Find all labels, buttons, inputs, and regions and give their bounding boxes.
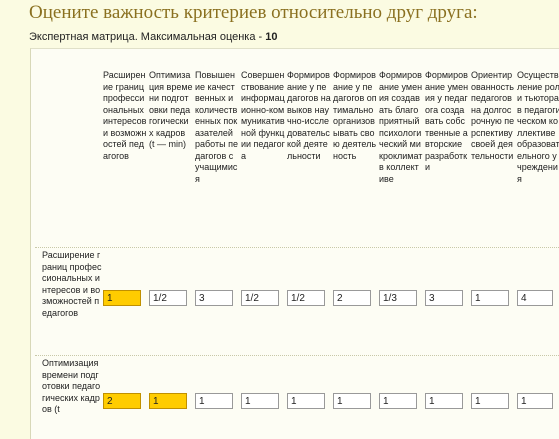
row-divider: [35, 355, 559, 356]
matrix-cell-input[interactable]: [241, 393, 279, 409]
matrix-cell-input[interactable]: [517, 290, 553, 306]
column-header: Формирование у педагогов оптимально орга…: [333, 70, 377, 161]
column-header: Совершенствование информационно-коммуник…: [241, 70, 285, 161]
matrix-cell-input[interactable]: [241, 290, 279, 306]
max-score: 10: [265, 31, 278, 43]
column-header: Ориентированность педагогов на долгосроч…: [471, 70, 515, 161]
column-header: Осуществление роли тьютора в педагогичес…: [517, 70, 559, 184]
left-margin: [0, 0, 29, 430]
column-header: Оптимизация времени подготовки педагогич…: [149, 70, 193, 149]
matrix-cell-input[interactable]: [287, 290, 325, 306]
matrix-cell-input[interactable]: [379, 290, 417, 306]
matrix-cell-input[interactable]: [425, 393, 463, 409]
matrix-cell-input[interactable]: [425, 290, 463, 306]
subtitle-text: Экспертная матрица. Максимальная оценка …: [29, 31, 266, 43]
matrix-cell-input[interactable]: [195, 290, 233, 306]
column-header: Формирование умения у педагога создавать…: [425, 70, 469, 172]
page-title: Оцените важность критериев относительно …: [29, 2, 478, 23]
row-divider: [35, 247, 559, 248]
matrix-cell-input[interactable]: [103, 290, 141, 306]
matrix-cell-input[interactable]: [287, 393, 325, 409]
matrix-cell-input[interactable]: [333, 290, 371, 306]
matrix-cell-input[interactable]: [333, 393, 371, 409]
row-header: Оптимизация времени подготовки педагогич…: [42, 358, 101, 414]
matrix-cell-input[interactable]: [195, 393, 233, 409]
matrix-cell-input[interactable]: [103, 393, 141, 409]
column-header: Формирование умения создавать благоприят…: [379, 70, 423, 184]
matrix-cell-input[interactable]: [471, 290, 509, 306]
column-header: Формирование у педагогов навыков научно-…: [287, 70, 331, 161]
matrix-cell-input[interactable]: [379, 393, 417, 409]
matrix-cell-input[interactable]: [149, 290, 187, 306]
matrix-cell-input[interactable]: [149, 393, 187, 409]
matrix-cell-input[interactable]: [471, 393, 509, 409]
column-header: Повышение качественных и количественных …: [195, 70, 238, 184]
column-header: Расширение границ профессиональных интер…: [103, 70, 147, 161]
row-header: Расширение границ профессиональных интер…: [42, 250, 102, 318]
matrix-subtitle: Экспертная матрица. Максимальная оценка …: [29, 31, 278, 43]
matrix-cell-input[interactable]: [517, 393, 553, 409]
